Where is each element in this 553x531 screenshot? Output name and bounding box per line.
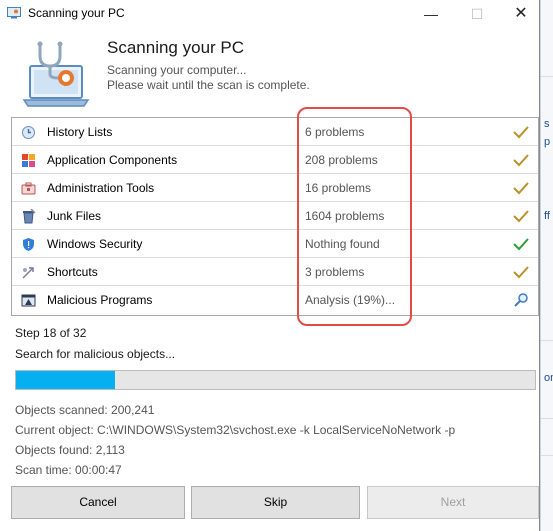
item-label: Shortcuts [47, 265, 98, 279]
list-item: Application Components 208 problems [12, 146, 538, 174]
item-label: Junk Files [47, 209, 102, 223]
scan-results-list: History Lists 6 problems Application Com… [11, 117, 539, 316]
window-title: Scanning your PC [28, 6, 125, 20]
item-label: Administration Tools [47, 181, 155, 195]
list-item: Malicious Programs Analysis (19%)... [12, 286, 538, 314]
list-item: Windows Security Nothing found [12, 230, 538, 258]
maximize-button[interactable]: ☐ [454, 0, 500, 28]
scan-time: Scan time: 00:00:47 [15, 463, 122, 477]
close-button[interactable]: ✕ [498, 0, 544, 28]
admin-tools-icon [21, 182, 36, 195]
minimize-button[interactable]: — [408, 0, 454, 28]
shortcuts-icon [22, 267, 34, 279]
current-task: Search for malicious objects... [15, 347, 176, 361]
header-title: Scanning your PC [107, 38, 245, 57]
check-icon [513, 266, 529, 279]
progress-fill [16, 371, 115, 389]
list-item: Junk Files 1604 problems [12, 202, 538, 230]
check-icon [513, 238, 529, 251]
cancel-button[interactable]: Cancel [11, 486, 185, 519]
next-button[interactable]: Next [367, 486, 539, 519]
history-icon [22, 126, 35, 139]
junk-files-icon [23, 209, 36, 224]
scan-dialog: Scanning your PC — ☐ ✕ Scanning your PC … [0, 0, 540, 531]
magnifier-icon [514, 293, 528, 307]
background-text: p [544, 136, 551, 148]
current-object: Current object: C:\WINDOWS\System32\svch… [15, 423, 456, 437]
check-icon [513, 182, 529, 195]
skip-button[interactable]: Skip [191, 486, 360, 519]
components-icon [22, 154, 35, 167]
laptop-diagnostic-icon [22, 41, 90, 107]
item-label: Application Components [47, 153, 178, 167]
list-item: Administration Tools 16 problems [12, 174, 538, 202]
step-counter: Step 18 of 32 [15, 326, 87, 340]
scan-progress-bar [15, 370, 536, 390]
item-label: Malicious Programs [47, 293, 153, 307]
app-icon [7, 7, 21, 19]
status-highlight-outline [297, 107, 412, 326]
header-subtitle: Scanning your computer... [107, 63, 247, 77]
malicious-programs-icon [21, 294, 36, 307]
check-icon [513, 210, 529, 223]
item-label: Windows Security [47, 237, 143, 251]
header-instructions: Please wait until the scan is complete. [107, 78, 310, 92]
background-text: s [544, 118, 550, 130]
item-label: History Lists [47, 125, 113, 139]
objects-scanned: Objects scanned: 200,241 [15, 403, 155, 417]
objects-found: Objects found: 2,113 [15, 443, 125, 457]
list-item: History Lists 6 problems [12, 118, 538, 146]
background-window: s p ff on [540, 0, 553, 531]
title-bar: Scanning your PC — ☐ ✕ [0, 0, 540, 28]
background-text: on [544, 372, 553, 384]
list-item: Shortcuts 3 problems [12, 258, 538, 286]
check-icon [513, 154, 529, 167]
background-text: ff [544, 210, 550, 222]
check-icon [513, 126, 529, 139]
shield-icon [23, 238, 34, 251]
